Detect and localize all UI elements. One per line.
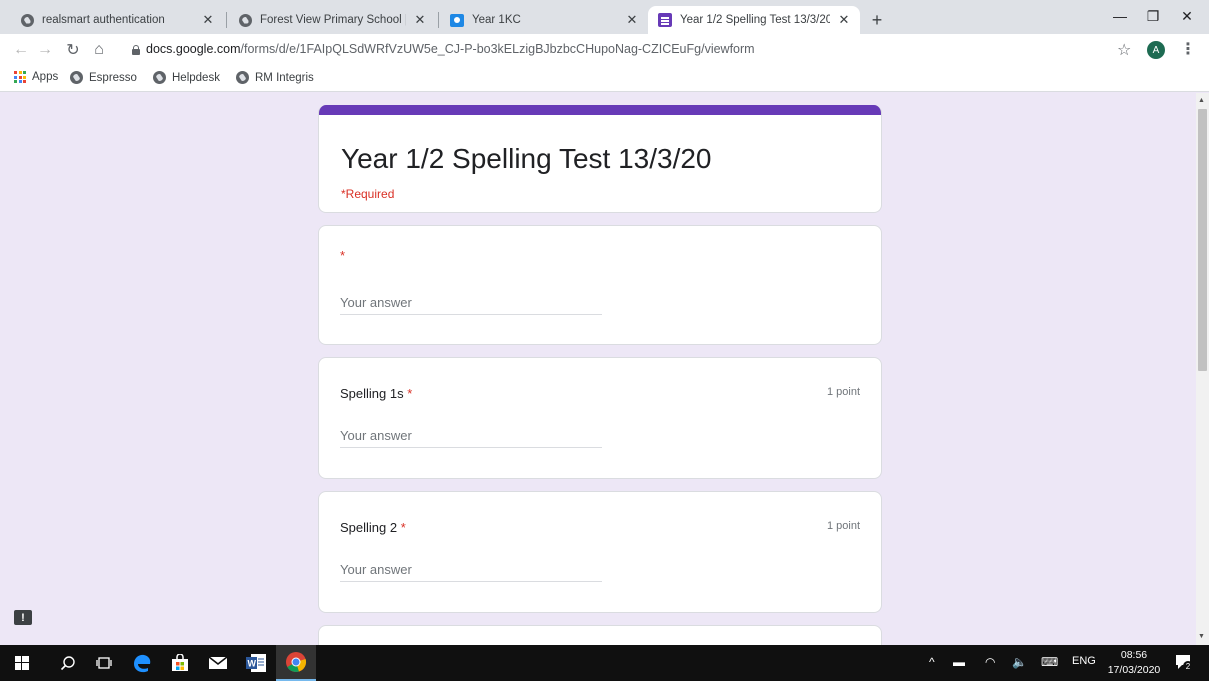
keyboard-icon[interactable]: ⌨ [1041, 655, 1058, 669]
battery-icon[interactable]: ▬ [953, 655, 965, 669]
system-clock[interactable]: 08:56 17/03/2020 [1104, 648, 1164, 678]
back-icon[interactable]: ← [10, 39, 32, 61]
reload-icon[interactable]: ↻ [62, 39, 84, 61]
bookmark-label: Helpdesk [172, 71, 220, 84]
tab-forest-view-primary[interactable]: Forest View Primary School | Aim ✕ [228, 6, 436, 34]
mail-icon[interactable] [200, 645, 236, 681]
form-page: Year 1/2 Spelling Test 13/3/20 *Required… [0, 93, 1196, 645]
new-tab-icon[interactable]: + [866, 9, 888, 31]
tab-separator [226, 12, 227, 28]
tab-title: Forest View Primary School | Aim [260, 14, 406, 26]
globe-icon [70, 71, 83, 84]
bookmark-espresso[interactable]: Espresso [70, 71, 137, 84]
question-card: * Your answer [318, 225, 882, 345]
tab-title: Year 1KC [472, 14, 521, 26]
edge-browser-icon[interactable] [124, 645, 160, 681]
bookmark-apps[interactable]: Apps [14, 71, 58, 83]
word-icon[interactable]: W [238, 645, 274, 681]
question-label: Spelling 1s [340, 386, 404, 401]
bookmark-label: Espresso [89, 71, 137, 84]
google-forms-icon [658, 13, 672, 27]
question-card-spelling-2: Spelling 2 * 1 point Your answer [318, 491, 882, 613]
notifications-icon[interactable]: 2 [1174, 653, 1193, 671]
volume-icon[interactable]: 🔈 [1012, 655, 1027, 669]
minimize-icon[interactable]: — [1105, 4, 1135, 28]
globe-icon [153, 71, 166, 84]
close-window-icon[interactable]: ✕ [1172, 4, 1202, 28]
form-header-card: Year 1/2 Spelling Test 13/3/20 *Required [318, 105, 882, 213]
answer-input[interactable]: Your answer [340, 291, 602, 315]
home-icon[interactable]: ⌂ [88, 39, 110, 61]
form-title: Year 1/2 Spelling Test 13/3/20 [341, 143, 712, 174]
answer-input[interactable]: Your answer [340, 558, 602, 582]
close-icon[interactable]: ✕ [624, 12, 640, 28]
required-asterisk: * [400, 520, 406, 535]
profile-avatar[interactable]: A [1147, 41, 1165, 59]
language-indicator[interactable]: ENG [1072, 655, 1096, 667]
globe-icon [238, 13, 252, 27]
required-note: *Required [341, 187, 395, 201]
question-points: 1 point [826, 520, 860, 532]
store-icon[interactable] [162, 645, 198, 681]
page-scrollbar[interactable]: ▲ ▼ [1196, 93, 1209, 645]
show-hidden-icons-icon[interactable]: ^ [929, 655, 935, 669]
tab-separator [438, 12, 439, 28]
windows-start-icon[interactable] [4, 645, 40, 681]
close-icon[interactable]: ✕ [412, 12, 428, 28]
question-title: Spelling 2 * [340, 520, 406, 535]
tab-title: Year 1/2 Spelling Test 13/3/20 [680, 14, 830, 26]
feedback-icon[interactable]: ! [14, 610, 32, 625]
chrome-icon[interactable] [276, 645, 316, 681]
tab-year-1kc[interactable]: Year 1KC ✕ [440, 6, 648, 34]
scroll-down-icon[interactable]: ▼ [1198, 633, 1205, 640]
bookmark-rm-integris[interactable]: RM Integris [236, 71, 314, 84]
address-bar[interactable]: docs.google.com/forms/d/e/1FAIpQLSdWRfVz… [146, 42, 755, 56]
scroll-thumb[interactable] [1198, 109, 1207, 371]
bookmarks-bar: Apps Espresso Helpdesk RM Integris [0, 66, 1209, 92]
forward-icon[interactable]: → [34, 39, 56, 61]
browser-toolbar: ← → ↻ ⌂ docs.google.com/forms/d/e/1FAIpQ… [0, 34, 1209, 66]
bookmark-star-icon[interactable]: ☆ [1117, 40, 1131, 60]
browser-tab-strip: realsmart authentication ✕ Forest View P… [0, 0, 1209, 34]
lock-icon [132, 45, 140, 55]
clock-time: 08:56 [1120, 649, 1148, 661]
globe-icon [20, 13, 34, 27]
bookmark-label: RM Integris [255, 71, 314, 84]
required-asterisk: * [407, 386, 413, 401]
svg-text:W: W [248, 659, 257, 669]
answer-input[interactable]: Your answer [340, 424, 602, 448]
url-path: /forms/d/e/1FAIpQLSdWRfVzUW5e_CJ-P-bo3kE… [240, 42, 755, 56]
question-label: Spelling 2 [340, 520, 398, 535]
question-title: Spelling 1s * [340, 386, 412, 401]
question-card-spelling-1: Spelling 1s * 1 point Your answer [318, 357, 882, 479]
scroll-up-icon[interactable]: ▲ [1198, 97, 1205, 104]
notification-count: 2 [1183, 661, 1193, 671]
close-icon[interactable]: ✕ [200, 12, 216, 28]
wifi-icon[interactable]: ◠ [985, 655, 995, 669]
google-classroom-icon [450, 13, 464, 27]
question-card-partial [318, 625, 882, 645]
tab-realsmart-authentication[interactable]: realsmart authentication ✕ [10, 6, 224, 34]
question-title: * [340, 248, 345, 263]
bookmark-helpdesk[interactable]: Helpdesk [153, 71, 220, 84]
bookmark-label: Apps [32, 71, 59, 83]
close-icon[interactable]: ✕ [836, 12, 852, 28]
more-menu-icon[interactable]: ⋮ [1180, 39, 1196, 59]
task-view-icon[interactable] [86, 645, 122, 681]
search-icon[interactable] [50, 645, 86, 681]
question-points: 1 point [826, 386, 860, 398]
clock-date: 17/03/2020 [1107, 664, 1161, 676]
accent-bar [319, 105, 881, 115]
required-asterisk: * [340, 248, 346, 263]
apps-grid-icon [14, 71, 26, 83]
url-host: docs.google.com [146, 42, 241, 56]
globe-icon [236, 71, 249, 84]
tab-spelling-test[interactable]: Year 1/2 Spelling Test 13/3/20 ✕ [648, 6, 860, 34]
windows-taskbar: W ^ ▬ ◠ 🔈 ⌨ ENG 08:56 17/03/2020 2 [0, 645, 1209, 681]
restore-icon[interactable]: ❐ [1138, 4, 1168, 28]
tab-title: realsmart authentication [42, 14, 165, 26]
